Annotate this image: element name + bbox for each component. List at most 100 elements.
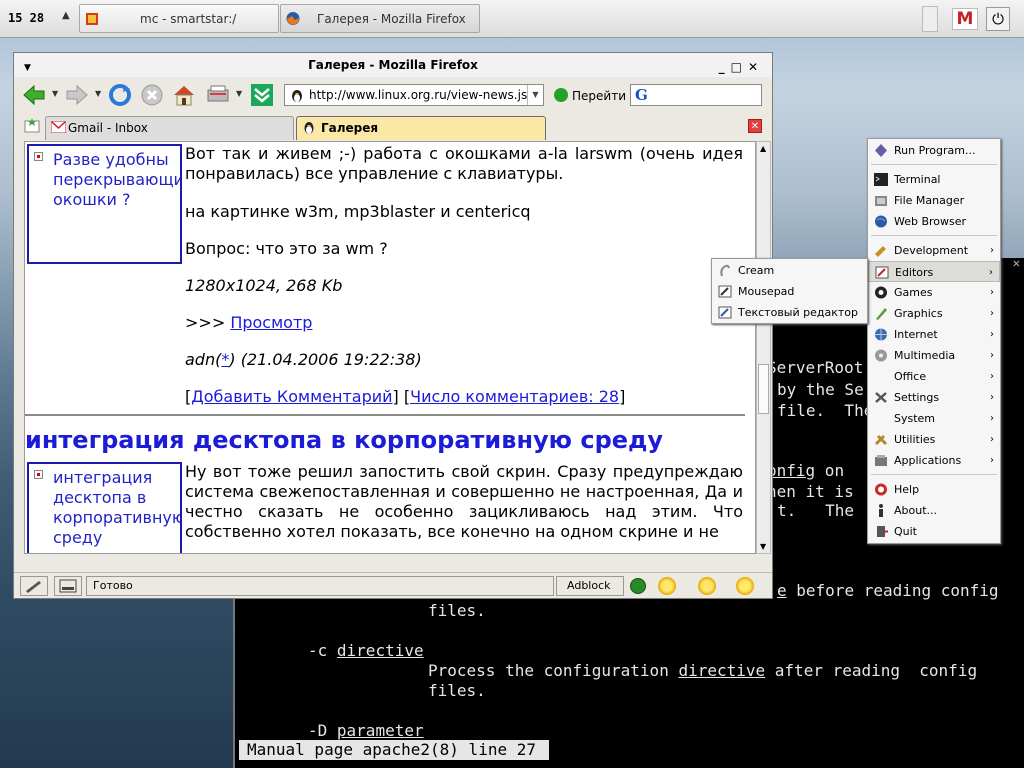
application-menu: Run Program... Terminal File Manager Web… <box>867 138 1001 544</box>
scroll-up-icon[interactable]: ▲ <box>760 144 766 153</box>
submenu-arrow-icon: › <box>990 455 994 466</box>
up-arrow-icon[interactable]: ▲ <box>62 10 70 21</box>
stop-icon[interactable] <box>140 83 164 107</box>
menu-item-games[interactable]: Games › <box>868 282 1000 303</box>
scrollbar-thumb[interactable] <box>758 364 769 414</box>
post-heading[interactable]: интеграция десктопа в корпоративную сред… <box>25 426 663 454</box>
terminal-link: e <box>777 581 787 600</box>
menu-separator <box>871 474 997 475</box>
minimize-icon[interactable]: _ <box>719 60 731 74</box>
taskbar-task-mc[interactable]: mc - smartstar:/ <box>79 4 279 33</box>
power-icon[interactable]: ⏻ <box>986 7 1010 31</box>
tab-bar: Gmail - Inbox Галерея ✕ <box>14 114 772 140</box>
quit-icon <box>877 526 888 537</box>
close-icon[interactable]: ✕ <box>1013 258 1020 270</box>
menu-item-label: Settings <box>894 391 940 404</box>
menu-item-label: Cream <box>738 264 775 277</box>
go-icon <box>554 88 568 102</box>
submenu-arrow-icon: › <box>990 245 994 256</box>
menu-item-system[interactable]: System › <box>868 408 1000 429</box>
menu-item-development[interactable]: Development › <box>868 240 1000 261</box>
file-manager-icon <box>875 196 887 206</box>
url-bar[interactable]: http://www.linux.org.ru/view-news.js ▼ <box>284 84 544 106</box>
print-icon[interactable] <box>206 83 230 107</box>
menu-item-internet[interactable]: Internet › <box>868 324 1000 345</box>
side-link[interactable]: Разве удобны перекрывающиеся окошки ? <box>53 150 180 209</box>
menu-item-editors[interactable]: Editors › <box>868 261 1000 282</box>
tab-gallery[interactable]: Галерея <box>296 116 546 140</box>
home-icon[interactable] <box>172 83 196 107</box>
submenu-item-mousepad[interactable]: Mousepad <box>712 281 867 302</box>
connection-status-icon[interactable] <box>630 578 646 594</box>
menu-item-web-browser[interactable]: Web Browser <box>868 211 1000 232</box>
url-history-dropdown[interactable]: ▼ <box>527 85 543 105</box>
gmail-notifier-icon[interactable]: M <box>952 8 978 30</box>
tab-gmail[interactable]: Gmail - Inbox <box>45 116 294 140</box>
close-icon[interactable]: ✕ <box>748 60 764 74</box>
menu-item-run-program[interactable]: Run Program... <box>868 140 1000 161</box>
side-link-box: Разве удобны перекрывающиеся окошки ? <box>27 144 182 264</box>
taskbar-task-firefox[interactable]: Галерея - Mozilla Firefox <box>280 4 480 33</box>
window-titlebar[interactable]: ▼ Галерея - Mozilla Firefox _□✕ <box>14 53 772 77</box>
vertical-scrollbar[interactable]: ▲ ▼ <box>756 141 771 554</box>
google-search-icon[interactable]: G <box>635 86 648 104</box>
new-tab-icon[interactable] <box>24 118 40 134</box>
back-icon[interactable] <box>22 83 46 107</box>
menu-item-quit[interactable]: Quit <box>868 521 1000 542</box>
submenu-item-cream[interactable]: Cream <box>712 260 867 281</box>
adblock-button[interactable]: Adblock <box>556 576 624 596</box>
taskbar: 15 28 ▲ mc - smartstar:/ Галерея - Mozil… <box>0 0 1024 38</box>
go-button[interactable]: Перейти <box>554 88 626 103</box>
weather-icon[interactable] <box>658 577 676 595</box>
graphics-icon <box>876 308 887 320</box>
scroll-down-icon[interactable]: ▼ <box>760 542 766 551</box>
taskbar-task-label: Галерея - Mozilla Firefox <box>317 12 466 26</box>
menu-item-terminal[interactable]: Terminal <box>868 169 1000 190</box>
author-link[interactable]: * <box>221 350 229 369</box>
menu-item-applications[interactable]: Applications › <box>868 450 1000 471</box>
menu-item-label: Run Program... <box>894 144 976 157</box>
close-tab-icon[interactable]: ✕ <box>748 119 762 133</box>
menu-item-about[interactable]: About... <box>868 500 1000 521</box>
settings-icon <box>875 392 887 403</box>
url-text: http://www.linux.org.ru/view-news.js <box>309 88 528 102</box>
menu-item-settings[interactable]: Settings › <box>868 387 1000 408</box>
development-icon <box>875 246 886 257</box>
run-icon <box>875 144 887 157</box>
forward-history-dropdown[interactable]: ▼ <box>95 89 101 98</box>
comments-count-link[interactable]: Число комментариев: 28 <box>410 387 619 406</box>
menu-item-graphics[interactable]: Graphics › <box>868 303 1000 324</box>
terminal-link: directive <box>678 661 766 680</box>
side-link[interactable]: интеграция десктопа в корпоративную сред… <box>53 468 180 547</box>
download-icon[interactable] <box>250 83 274 107</box>
menu-item-label: System <box>894 412 936 425</box>
window-buttons: _□✕ <box>719 55 764 79</box>
reload-icon[interactable] <box>108 83 132 107</box>
firefox-window: ▼ Галерея - Mozilla Firefox _□✕ ▼ ▼ ▼ ht… <box>13 52 773 599</box>
menu-item-label: Quit <box>894 525 917 538</box>
submenu-item-text-editor[interactable]: Текстовый редактор <box>712 302 867 323</box>
menu-separator <box>871 235 997 236</box>
menu-item-multimedia[interactable]: Multimedia › <box>868 345 1000 366</box>
weather-icon[interactable] <box>736 577 754 595</box>
page-content: Разве удобны перекрывающиеся окошки ? Во… <box>24 141 756 554</box>
search-box[interactable]: G <box>630 84 762 106</box>
back-history-dropdown[interactable]: ▼ <box>52 89 58 98</box>
author-line: adn(*) (21.04.2006 19:22:38) <box>185 350 422 369</box>
menu-item-file-manager[interactable]: File Manager <box>868 190 1000 211</box>
add-comment-link[interactable]: Добавить Комментарий <box>191 387 392 406</box>
terminal-link: onfig <box>767 461 816 480</box>
weather-icon[interactable] <box>698 577 716 595</box>
text-editor-icon <box>718 306 732 319</box>
menu-item-office[interactable]: Office › <box>868 366 1000 387</box>
mc-icon <box>86 13 98 25</box>
forward-icon[interactable] <box>65 83 89 107</box>
pen-icon[interactable] <box>20 576 48 596</box>
sidebar-icon[interactable] <box>54 576 82 596</box>
print-dropdown[interactable]: ▼ <box>236 89 242 98</box>
menu-item-help[interactable]: Help <box>868 479 1000 500</box>
games-icon <box>875 286 887 299</box>
menu-item-utilities[interactable]: Utilities › <box>868 429 1000 450</box>
maximize-icon[interactable]: □ <box>731 60 748 74</box>
view-link[interactable]: Просмотр <box>230 313 312 332</box>
